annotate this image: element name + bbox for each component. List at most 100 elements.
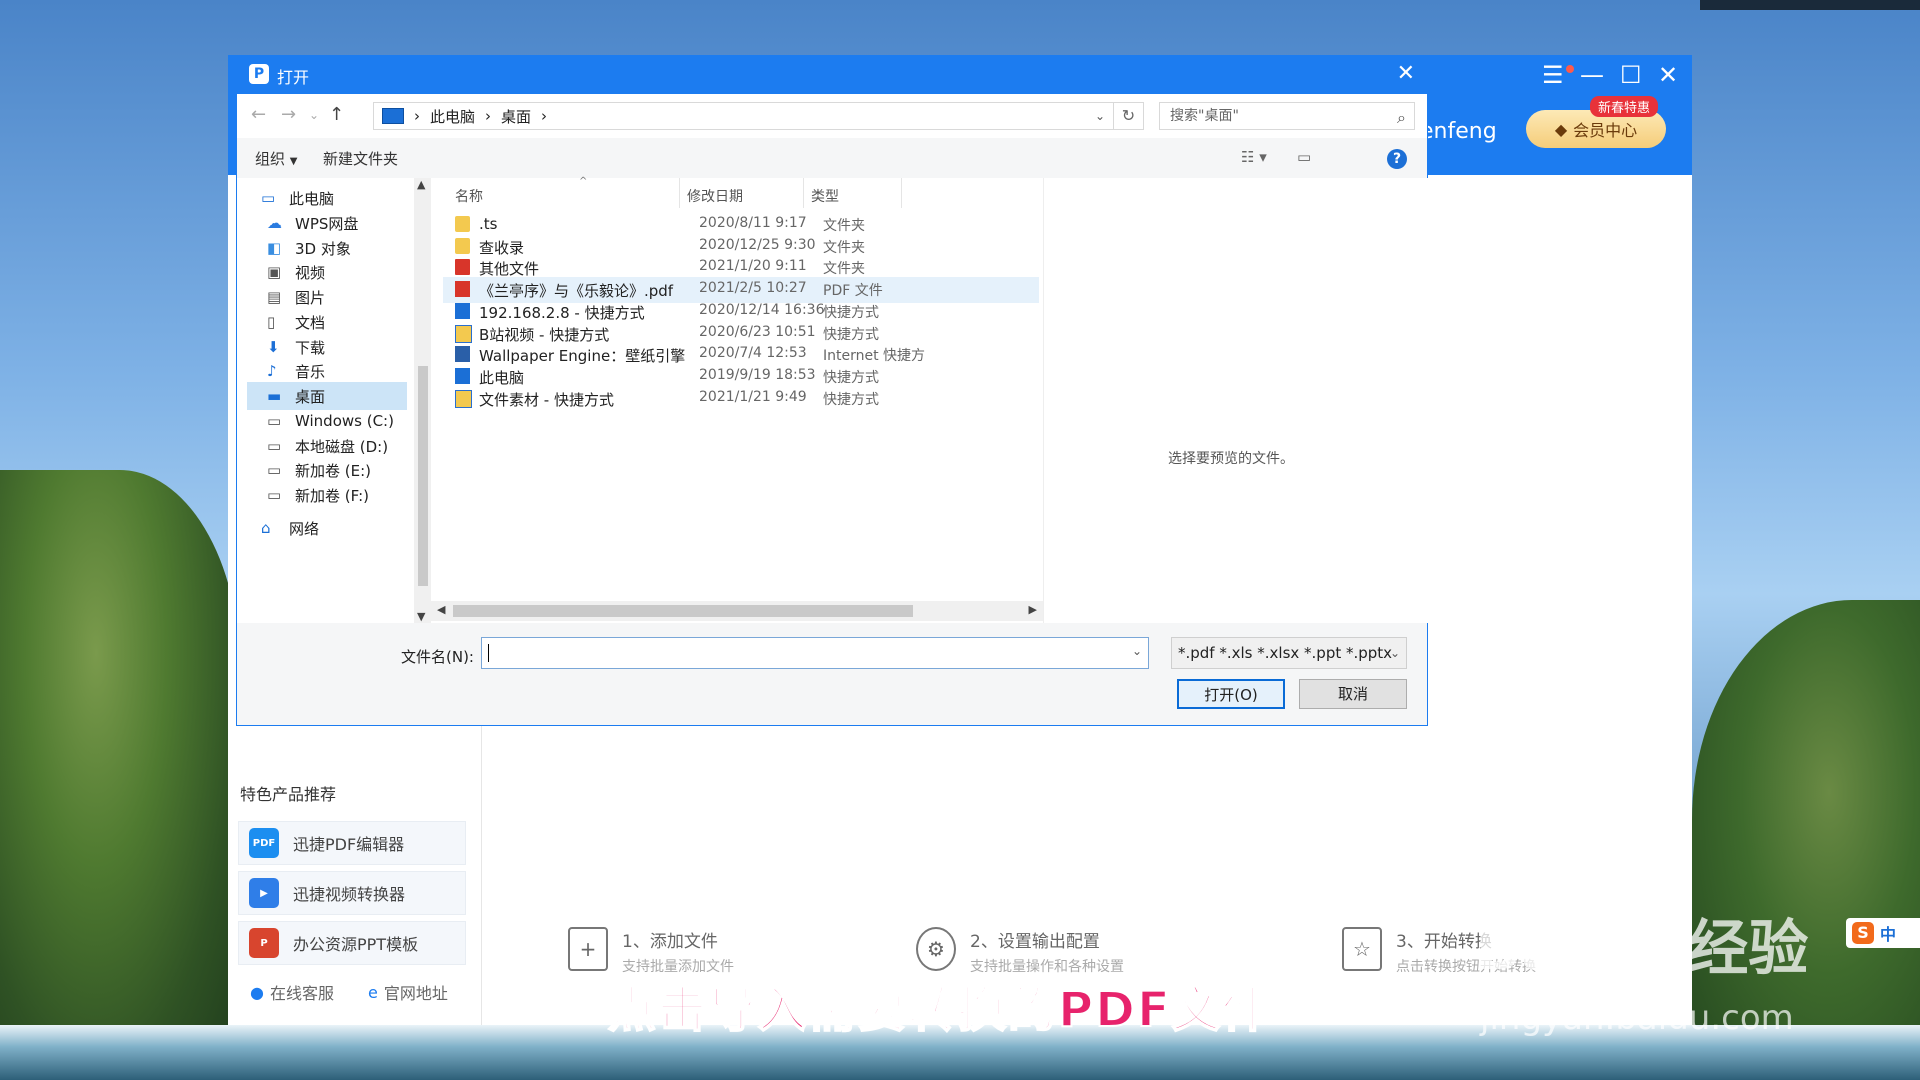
scroll-right-icon[interactable]: ▶ — [1029, 603, 1037, 616]
product-pdf-editor[interactable]: PDF 迅捷PDF编辑器 — [238, 821, 466, 865]
dialog-close-icon[interactable]: ✕ — [1397, 61, 1415, 86]
breadcrumb-desktop[interactable]: 桌面 — [501, 106, 531, 127]
tree-item-label: 新加卷 (F:) — [295, 486, 369, 505]
cancel-button[interactable]: 取消 — [1299, 679, 1407, 709]
address-bar[interactable]: › 此电脑 › 桌面 › ⌄ — [373, 102, 1114, 130]
maximize-icon[interactable]: ☐ — [1620, 61, 1642, 89]
drive-icon: ▭ — [267, 461, 282, 479]
video-icon: ▣ — [267, 263, 282, 281]
file-type: 快捷方式 — [823, 369, 879, 386]
search-placeholder: 搜索"桌面" — [1170, 108, 1239, 124]
file-date: 2020/8/11 9:17 — [699, 215, 807, 231]
file-date: 2021/2/5 10:27 — [699, 280, 807, 297]
tree-item[interactable]: ▭ 新加卷 (E:) — [247, 456, 407, 484]
tree-item[interactable]: ▭ 新加卷 (F:) — [247, 481, 407, 509]
tree-item[interactable]: ▣ 视频 — [247, 258, 407, 286]
list-horizontal-scrollbar[interactable]: ◀ ▶ — [431, 601, 1043, 621]
product-ppt-templates[interactable]: P 办公资源PPT模板 — [238, 921, 466, 965]
column-name-header[interactable]: 名称 — [455, 186, 483, 206]
product-label: 迅捷PDF编辑器 — [293, 835, 405, 854]
scroll-down-icon[interactable]: ▼ — [417, 610, 425, 623]
shortcut-icon — [455, 302, 470, 319]
up-arrow-icon[interactable]: ↑ — [329, 104, 344, 125]
scroll-left-icon[interactable]: ◀ — [437, 603, 445, 616]
column-date-header[interactable]: 修改日期 — [687, 186, 743, 206]
pdf-editor-icon: PDF — [249, 828, 279, 858]
filename-dropdown-icon[interactable]: ⌄ — [1132, 644, 1142, 658]
forward-arrow-icon[interactable]: → — [281, 104, 296, 125]
file-type-select[interactable]: *.pdf *.xls *.xlsx *.ppt *.pptx ⌄ — [1171, 637, 1407, 669]
tree-item[interactable]: ⌂ 网络 — [247, 514, 407, 542]
help-icon[interactable]: ? — [1387, 149, 1407, 169]
step-title: 1、添加文件 — [622, 932, 718, 952]
file-type: 快捷方式 — [823, 304, 879, 321]
tree-item[interactable]: ▤ 图片 — [247, 283, 407, 311]
file-type: 快捷方式 — [823, 391, 879, 408]
folder-shortcut-icon — [455, 324, 472, 343]
official-site-link[interactable]: e 官网地址 — [368, 980, 448, 1004]
preview-pane-icon[interactable]: ▭ — [1297, 148, 1311, 166]
file-date: 2020/6/23 10:51 — [699, 323, 816, 340]
online-support-link[interactable]: ● 在线客服 — [250, 980, 334, 1004]
open-button[interactable]: 打开(O) — [1177, 679, 1285, 709]
close-icon[interactable]: ✕ — [1658, 61, 1678, 89]
tree-scroll-thumb[interactable] — [418, 366, 428, 586]
file-type: PDF 文件 — [823, 283, 883, 300]
organize-button[interactable]: 组织 ▼ — [255, 148, 298, 169]
tree-item[interactable]: ☁ WPS网盘 — [247, 209, 407, 237]
tree-item[interactable]: ▯ 文档 — [247, 308, 407, 336]
tree-item[interactable]: ▭ 此电脑 — [247, 184, 407, 212]
product-video-converter[interactable]: ▶ 迅捷视频转换器 — [238, 871, 466, 915]
drive-icon: ▭ — [267, 412, 282, 430]
breadcrumb-sep-icon: › — [414, 107, 420, 125]
internet-shortcut-icon — [455, 346, 470, 363]
list-scroll-thumb[interactable] — [453, 605, 913, 617]
ime-indicator[interactable]: S 中 — [1846, 918, 1920, 948]
music-icon: ♪ — [267, 362, 277, 380]
filename-input[interactable]: ⌄ — [481, 637, 1149, 669]
tree-item[interactable]: ▬ 桌面 — [247, 382, 407, 410]
computer-icon — [382, 108, 404, 124]
file-name: .ts — [479, 215, 498, 233]
ime-mode: 中 — [1880, 925, 1897, 944]
file-date: 2021/1/21 9:49 — [699, 388, 807, 405]
organize-label: 组织 — [255, 150, 286, 168]
file-type-value: *.pdf *.xls *.xlsx *.ppt *.pptx — [1178, 644, 1393, 662]
view-options-icon[interactable]: ☷ ▾ — [1241, 148, 1267, 166]
breadcrumb-this-pc[interactable]: 此电脑 — [430, 106, 475, 127]
minimize-icon[interactable]: — — [1580, 61, 1604, 89]
file-type: 文件夹 — [823, 218, 865, 234]
address-dropdown-icon[interactable]: ⌄ — [1095, 109, 1105, 123]
new-folder-button[interactable]: 新建文件夹 — [323, 148, 398, 169]
dropdown-arrow-icon: ▼ — [289, 156, 298, 167]
online-support-label: 在线客服 — [269, 984, 334, 1003]
step-title: 2、设置输出配置 — [970, 932, 1100, 952]
folder-shortcut-icon — [455, 389, 472, 408]
file-date: 2021/1/20 9:11 — [699, 258, 807, 275]
search-input[interactable]: 搜索"桌面" ⌕ — [1159, 102, 1415, 130]
recent-dropdown-icon[interactable]: ⌄ — [309, 108, 319, 122]
tree-item[interactable]: ▭ Windows (C:) — [247, 407, 407, 435]
tree-item-label: Windows (C:) — [295, 412, 394, 430]
ppt-template-icon: P — [249, 928, 279, 958]
file-row[interactable]: 文件素材 - 快捷方式 2021/1/21 9:49 快捷方式 — [443, 386, 1039, 412]
back-arrow-icon[interactable]: ← — [251, 104, 266, 125]
tree-item[interactable]: ♪ 音乐 — [247, 357, 407, 385]
scroll-up-icon[interactable]: ▲ — [417, 178, 425, 191]
gear-icon: ⚙ — [916, 927, 956, 971]
download-icon: ⬇ — [267, 338, 280, 356]
dialog-toolbar: 组织 ▼ 新建文件夹 ☷ ▾ ▭ ? — [237, 138, 1427, 178]
dialog-titlebar: P 打开 ✕ — [237, 56, 1427, 94]
sort-arrow-icon: ^ — [579, 176, 588, 187]
dialog-title: 打开 — [277, 68, 310, 87]
tree-item-label: 文档 — [295, 313, 326, 332]
refresh-button[interactable]: ↻ — [1114, 102, 1144, 130]
tree-item-label: 新加卷 (E:) — [295, 461, 372, 480]
file-date: 2020/12/14 16:36 — [699, 301, 825, 318]
tree-item-label: 网络 — [289, 519, 320, 538]
user-icon: ● — [250, 982, 264, 1002]
column-separator — [901, 178, 902, 208]
column-type-header[interactable]: 类型 — [811, 186, 839, 206]
menu-icon[interactable]: ☰ — [1542, 61, 1564, 89]
convert-icon: ☆ — [1342, 927, 1382, 971]
